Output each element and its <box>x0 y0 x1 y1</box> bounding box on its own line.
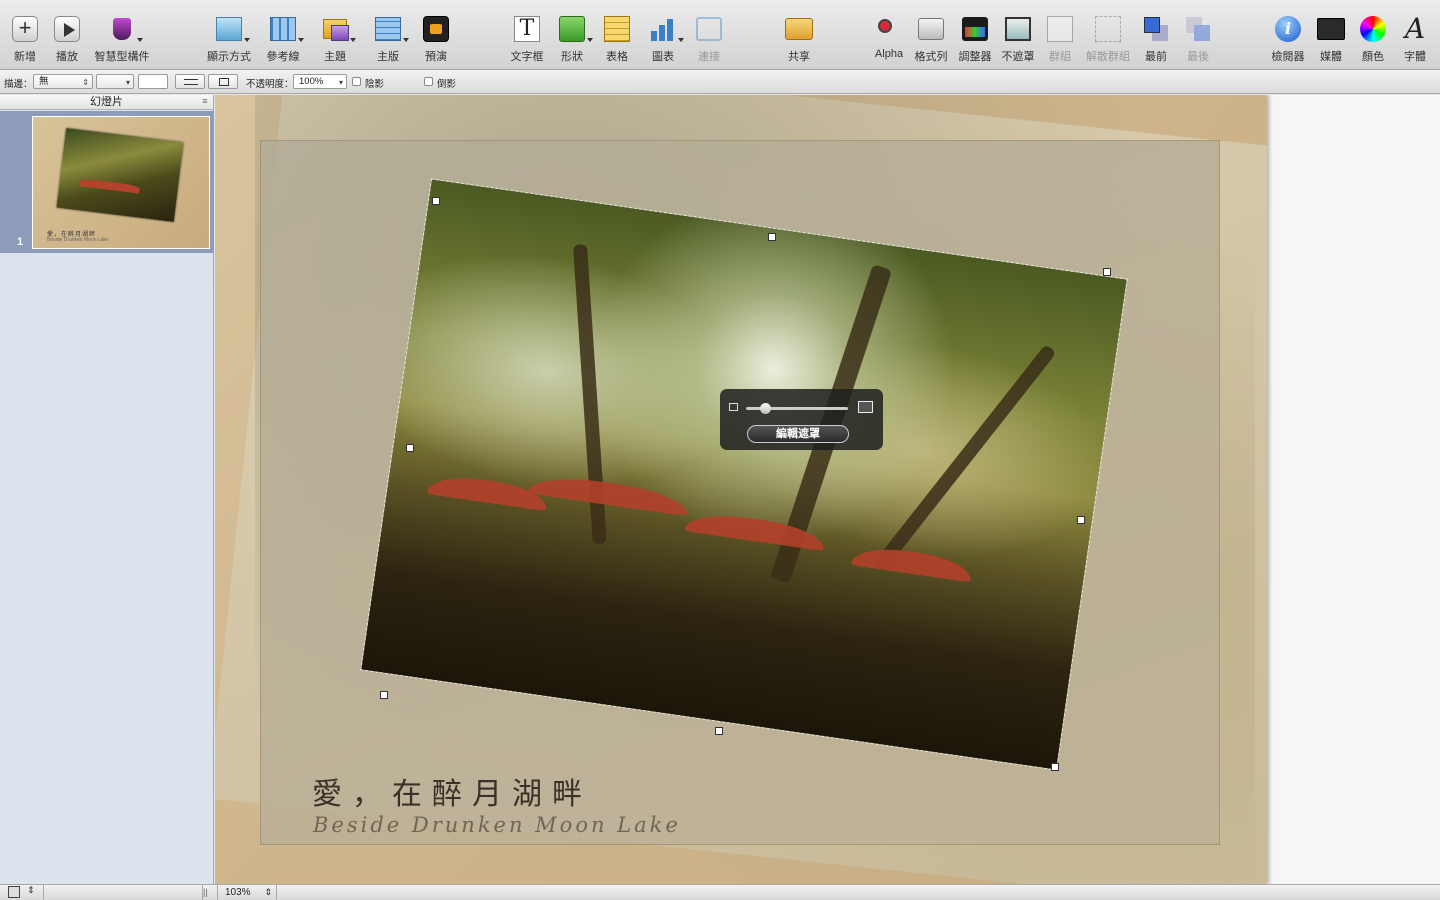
slide-navigator: 幻燈片 ≡ 1 愛，在醉月湖畔 Beside Drunken Moon Lake <box>0 95 214 884</box>
small-image-icon <box>729 403 738 411</box>
rehearse-icon <box>421 14 451 44</box>
themes-icon <box>320 14 356 44</box>
ungroup-icon <box>1093 14 1123 44</box>
stroke-label: 描邊： <box>4 79 33 90</box>
menu-icon[interactable]: ≡ <box>200 97 210 107</box>
slider-knob[interactable] <box>760 403 771 414</box>
view-mode-button[interactable]: ⇕ <box>6 885 38 899</box>
umbrella <box>528 471 690 517</box>
status-bar: ⇕ || 103% ⇕ <box>0 884 1440 900</box>
thumbnail-subtitle: Beside Drunken Moon Lake <box>47 237 109 243</box>
toolbar-themes-button[interactable]: 主題 <box>307 14 363 64</box>
resize-handle[interactable] <box>406 444 414 452</box>
stroke-color-well[interactable] <box>138 74 168 89</box>
inspector-icon: i <box>1273 14 1303 44</box>
slide-thumbnail-row[interactable]: 1 愛，在醉月湖畔 Beside Drunken Moon Lake <box>0 111 214 253</box>
sidebar-footer <box>43 885 203 900</box>
large-image-icon <box>858 401 873 413</box>
resize-handle[interactable] <box>432 197 440 205</box>
resize-handle[interactable] <box>380 691 388 699</box>
chart-icon <box>648 14 684 44</box>
share-icon <box>784 14 814 44</box>
chevron-down-icon: ▾ <box>125 78 130 87</box>
format-bar: 描邊： 無 ⇕ ▾ 不透明度： 100% ▾ 陰影 倒影 <box>0 70 1440 94</box>
toolbar-connect-button[interactable]: 連接 <box>681 14 737 64</box>
slide-title[interactable]: 愛，在醉月湖畔 <box>312 769 592 813</box>
resize-handle[interactable] <box>715 727 723 735</box>
slide-number: 1 <box>17 236 24 248</box>
opacity-input[interactable]: 100% ▾ <box>293 74 347 89</box>
back-icon <box>1183 14 1213 44</box>
toolbar-guides-button[interactable]: 參考線 <box>255 14 311 64</box>
alpha-icon <box>874 14 904 44</box>
play-icon <box>52 14 82 44</box>
mask-hud: 編輯遮罩 <box>720 389 883 450</box>
wrap-options-button[interactable] <box>208 74 238 89</box>
slide-thumbnail[interactable]: 愛，在醉月湖畔 Beside Drunken Moon Lake <box>32 116 210 249</box>
opacity-label: 不透明度： <box>246 79 294 90</box>
sliders-icon <box>184 79 198 85</box>
smart-build-icon <box>107 14 143 44</box>
unmask-icon <box>1003 14 1033 44</box>
toolbar-back-button[interactable]: 最後 <box>1170 14 1226 64</box>
resize-handle[interactable] <box>1103 268 1111 276</box>
tree-trunk <box>872 343 1057 573</box>
shadow-checkbox[interactable] <box>352 77 361 86</box>
navigator-header: 幻燈片 ≡ <box>0 95 213 110</box>
plus-icon: + <box>10 14 40 44</box>
masked-photo[interactable] <box>360 178 1128 771</box>
reflection-checkbox[interactable] <box>424 77 433 86</box>
masters-icon <box>373 14 409 44</box>
toolbar-smart-build-button[interactable]: 智慧型構件 <box>92 14 152 64</box>
toolbar-fonts-button[interactable]: A 字體 <box>1387 14 1440 64</box>
frame-icon <box>219 78 229 86</box>
stepper-icon: ⇕ <box>264 887 272 897</box>
person-icon <box>8 886 20 898</box>
toolbar: + 新增 播放 智慧型構件 顯示方式 參考線 主題 主版 預演 T 文字框 形狀… <box>0 0 1440 70</box>
group-icon <box>1045 14 1075 44</box>
resize-handle[interactable] <box>768 233 776 241</box>
slide-canvas: 編輯遮罩 愛，在醉月湖畔 Beside Drunken Moon Lake <box>215 95 1440 884</box>
stepper-icon: ⇕ <box>27 885 35 895</box>
media-icon <box>1316 14 1346 44</box>
zoom-select[interactable]: 103% ⇕ <box>217 885 277 900</box>
front-icon <box>1141 14 1171 44</box>
table-icon <box>602 14 632 44</box>
toolbar-share-button[interactable]: 共享 <box>771 14 827 64</box>
stroke-width-select[interactable]: ▾ <box>96 74 134 89</box>
resize-grip-icon[interactable]: || <box>203 887 208 897</box>
stroke-select[interactable]: 無 ⇕ <box>33 74 93 89</box>
toolbar-rehearse-button[interactable]: 預演 <box>408 14 464 64</box>
toolbar-view-button[interactable]: 顯示方式 <box>201 14 257 64</box>
fonts-icon: A <box>1404 12 1426 45</box>
slide-subtitle[interactable]: Beside Drunken Moon Lake <box>313 813 681 837</box>
colors-icon <box>1358 14 1388 44</box>
resize-handle[interactable] <box>1077 516 1085 524</box>
toolbar-play-button[interactable]: 播放 <box>39 14 95 64</box>
shadow-label: 陰影 <box>365 79 385 90</box>
format-bar-icon <box>916 14 946 44</box>
stepper-icon: ⇕ <box>82 78 89 87</box>
guides-icon <box>268 14 304 44</box>
edit-mask-button[interactable]: 編輯遮罩 <box>747 425 849 443</box>
slide[interactable]: 編輯遮罩 愛，在醉月湖畔 Beside Drunken Moon Lake <box>215 95 1267 884</box>
thumbnail-photo <box>56 128 184 222</box>
chevron-down-icon: ▾ <box>338 78 343 87</box>
view-icon <box>214 14 250 44</box>
resize-handle[interactable] <box>1051 763 1059 771</box>
connect-icon <box>694 14 724 44</box>
adjust-icon <box>960 14 990 44</box>
mask-size-slider[interactable] <box>746 403 848 437</box>
shapes-icon <box>557 14 593 44</box>
textbox-icon: T <box>512 14 542 44</box>
align-options-button[interactable] <box>175 74 205 89</box>
reflection-label: 倒影 <box>437 79 457 90</box>
umbrella <box>851 543 974 583</box>
